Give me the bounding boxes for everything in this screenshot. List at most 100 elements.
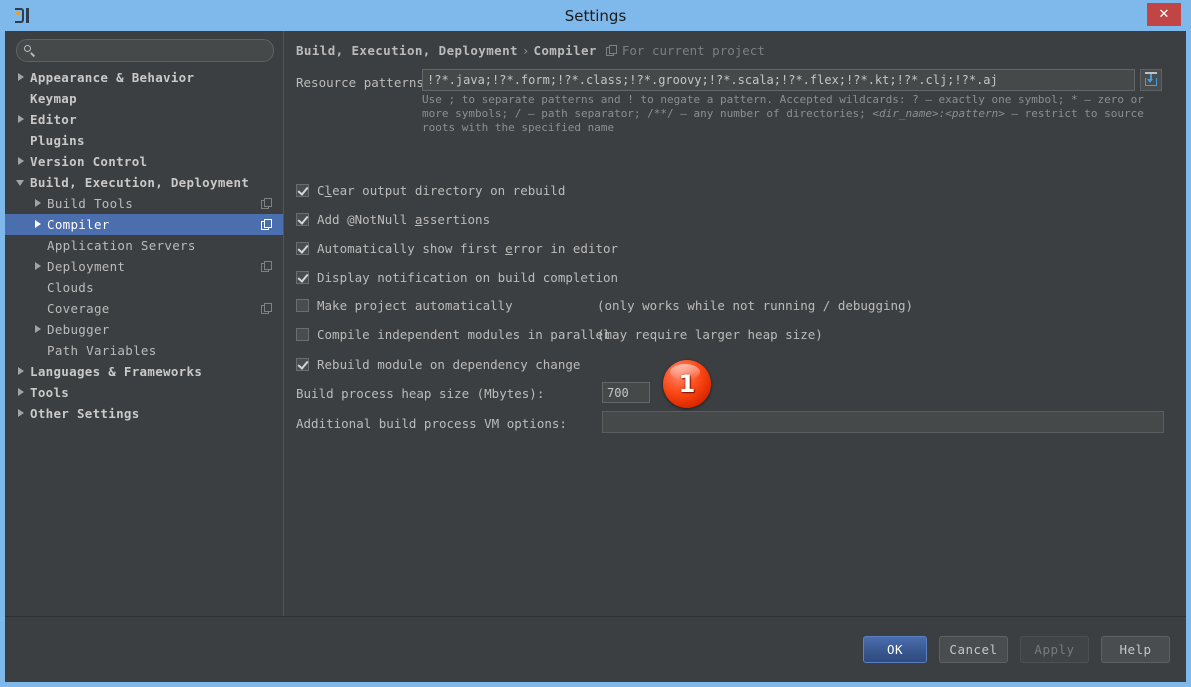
chevron-right-icon[interactable] <box>16 72 27 83</box>
sidebar-item-build-execution-deployment[interactable]: Build, Execution, Deployment <box>5 172 283 193</box>
sidebar-item-deployment[interactable]: Deployment <box>5 256 283 277</box>
sidebar-item-debugger[interactable]: Debugger <box>5 319 283 340</box>
intellij-icon <box>13 6 33 26</box>
vm-options-input[interactable] <box>602 411 1164 433</box>
label-pre: Rebuild module on dependency change <box>317 357 580 372</box>
help-button[interactable]: Help <box>1101 636 1170 663</box>
sidebar-item-tools[interactable]: Tools <box>5 382 283 403</box>
settings-sidebar: Appearance & Behavior Keymap Editor Plugins… <box>5 31 284 616</box>
project-scope: For current project <box>606 43 765 58</box>
sidebar-item-label: Languages & Frameworks <box>30 364 202 379</box>
checkbox-hint: (may require larger heap size) <box>597 327 823 342</box>
checkbox-checked-icon[interactable] <box>296 242 309 255</box>
cancel-button[interactable]: Cancel <box>939 636 1008 663</box>
label-pre: Compile independent modules in parallel <box>317 327 611 342</box>
sidebar-item-label: Appearance & Behavior <box>30 70 194 85</box>
sidebar-item-other-settings[interactable]: Other Settings <box>5 403 283 424</box>
search-input[interactable] <box>36 43 273 59</box>
breadcrumb-current: Compiler <box>533 43 596 58</box>
sidebar-item-label: Other Settings <box>30 406 140 421</box>
tree-spacer <box>33 303 44 314</box>
breadcrumb-root: Build, Execution, Deployment <box>296 43 518 58</box>
sidebar-item-label: Plugins <box>30 133 85 148</box>
chevron-right-icon[interactable] <box>16 366 27 377</box>
label-mnemonic: e <box>505 241 513 256</box>
sidebar-item-label: Build Tools <box>47 196 133 211</box>
chevron-right-icon[interactable] <box>33 219 44 230</box>
sidebar-item-label: Debugger <box>47 322 110 337</box>
sidebar-item-compiler[interactable]: Compiler <box>5 214 283 235</box>
tree-spacer <box>33 240 44 251</box>
checkbox-compile-independent-modules-in-parallel[interactable]: Compile independent modules in parallel <box>296 327 611 342</box>
checkbox-checked-icon[interactable] <box>296 184 309 197</box>
checkbox-clear-output-directory-on-rebuild[interactable]: Clear output directory on rebuild <box>296 183 565 198</box>
chevron-right-icon[interactable] <box>16 387 27 398</box>
tree-spacer <box>33 282 44 293</box>
annotation-badge-1: 1 <box>663 360 711 408</box>
checkbox-add-notnull-assertions[interactable]: Add @NotNull assertions <box>296 212 490 227</box>
apply-button[interactable]: Apply <box>1020 636 1089 663</box>
sidebar-item-label: Clouds <box>47 280 94 295</box>
chevron-right-icon[interactable] <box>16 156 27 167</box>
project-icon <box>261 303 273 315</box>
sidebar-item-label: Editor <box>30 112 77 127</box>
project-icon <box>606 45 618 57</box>
compiler-settings-panel: Build, Execution, Deployment › Compiler … <box>284 31 1186 616</box>
checkbox-label: Display notification on build completion <box>317 270 618 285</box>
sidebar-item-keymap[interactable]: Keymap <box>5 88 283 109</box>
label-pre: Make project automatically <box>317 298 513 313</box>
sidebar-item-clouds[interactable]: Clouds <box>5 277 283 298</box>
checkbox-rebuild-module-on-dependency-change[interactable]: Rebuild module on dependency change <box>296 357 580 372</box>
sidebar-item-editor[interactable]: Editor <box>5 109 283 130</box>
window-title: Settings <box>5 7 1186 25</box>
sidebar-item-label: Coverage <box>47 301 110 316</box>
sidebar-item-path-variables[interactable]: Path Variables <box>5 340 283 361</box>
sidebar-item-build-tools[interactable]: Build Tools <box>5 193 283 214</box>
label-pre: C <box>317 183 325 198</box>
checkbox-make-project-automatically[interactable]: Make project automatically <box>296 298 513 313</box>
checkbox-display-notification-on-build-completion[interactable]: Display notification on build completion <box>296 270 618 285</box>
checkbox-label: Rebuild module on dependency change <box>317 357 580 372</box>
sidebar-item-plugins[interactable]: Plugins <box>5 130 283 151</box>
sidebar-item-label: Compiler <box>47 217 110 232</box>
checkbox-label: Add @NotNull assertions <box>317 212 490 227</box>
heap-size-input[interactable] <box>602 382 650 403</box>
sidebar-item-label: Keymap <box>30 91 77 106</box>
checkbox-label: Clear output directory on rebuild <box>317 183 565 198</box>
close-icon[interactable]: ✕ <box>1147 3 1181 26</box>
chevron-right-icon[interactable] <box>16 408 27 419</box>
chevron-right-icon[interactable] <box>33 324 44 335</box>
ok-button[interactable]: OK <box>863 636 927 663</box>
chevron-down-icon[interactable] <box>16 177 27 188</box>
hint-dirname-pattern: <dir_name>:<pattern> <box>872 107 1004 120</box>
sidebar-item-version-control[interactable]: Version Control <box>5 151 283 172</box>
checkbox-unchecked-icon[interactable] <box>296 328 309 341</box>
tree-spacer <box>16 93 27 104</box>
checkbox-label: Compile independent modules in parallel <box>317 327 611 342</box>
checkbox-checked-icon[interactable] <box>296 358 309 371</box>
search-box[interactable] <box>16 39 274 62</box>
sidebar-item-label: Application Servers <box>47 238 196 253</box>
sidebar-item-appearance-behavior[interactable]: Appearance & Behavior <box>5 67 283 88</box>
resource-patterns-input[interactable] <box>422 69 1135 91</box>
label-pre: Add @NotNull <box>317 212 415 227</box>
checkbox-checked-icon[interactable] <box>296 271 309 284</box>
resource-patterns-hint: Use ; to separate patterns and ! to nega… <box>422 93 1167 135</box>
sidebar-item-languages-frameworks[interactable]: Languages & Frameworks <box>5 361 283 382</box>
dialog-content: Appearance & Behavior Keymap Editor Plugins… <box>5 31 1186 617</box>
label-post: ear output directory on rebuild <box>332 183 565 198</box>
label-post: rror in editor <box>513 241 618 256</box>
sidebar-item-application-servers[interactable]: Application Servers <box>5 235 283 256</box>
breadcrumb: Build, Execution, Deployment › Compiler … <box>296 43 765 58</box>
chevron-right-icon[interactable] <box>33 198 44 209</box>
chevron-right-icon[interactable] <box>33 261 44 272</box>
checkbox-checked-icon[interactable] <box>296 213 309 226</box>
project-icon <box>261 219 273 231</box>
checkbox-automatically-show-first-error-in-editor[interactable]: Automatically show first error in editor <box>296 241 618 256</box>
checkbox-unchecked-icon[interactable] <box>296 299 309 312</box>
tree-spacer <box>16 135 27 146</box>
sidebar-item-coverage[interactable]: Coverage <box>5 298 283 319</box>
expand-editor-icon[interactable] <box>1140 69 1162 91</box>
hint-line-3: the specified name <box>495 121 614 134</box>
chevron-right-icon[interactable] <box>16 114 27 125</box>
